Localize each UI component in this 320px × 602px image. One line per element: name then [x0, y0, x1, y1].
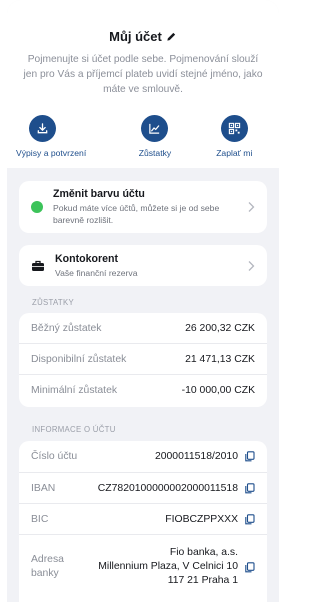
bank-address-label: banky: [31, 568, 59, 579]
account-info-section-label: INFORMACE O ÚČTU: [32, 425, 116, 434]
balance-label: Běžný zůstatek: [31, 322, 102, 334]
overdraft-description: Vaše finanční rezerva: [55, 267, 138, 278]
account-subtitle: Pojmenujte si účet podle sebe. Pojmenová…: [23, 54, 263, 95]
balance-label: Disponibilní zůstatek: [31, 353, 127, 365]
download-icon: [29, 115, 56, 142]
iban-value: CZ7820100000002000011518: [97, 482, 238, 494]
balance-value: 26 200,32 CZK: [185, 322, 255, 334]
statements-label: Výpisy a potvrzení: [16, 148, 87, 158]
color-dot: [31, 201, 43, 213]
account-number-row: Číslo účtu 2000011518/2010: [19, 441, 267, 473]
copy-icon[interactable]: [245, 451, 255, 462]
statements-button[interactable]: Výpisy a potvrzení: [16, 115, 110, 158]
account-detail-panel: Můj účet Pojmenujte si účet podle sebe. …: [7, 0, 279, 602]
balance-row: Běžný zůstatek 26 200,32 CZK: [19, 313, 267, 344]
bic-value: FIOBCZPPXXX: [165, 513, 238, 525]
chevron-right-icon: [248, 202, 255, 212]
account-info-card: Číslo účtu 2000011518/2010 IBAN CZ782010…: [19, 441, 267, 602]
balances-label: Zůstatky: [138, 148, 172, 158]
bic-row: BIC FIOBCZPPXXX: [19, 504, 267, 535]
bank-address-line: 117 21 Praha 1: [167, 575, 238, 586]
balance-row: Disponibilní zůstatek 21 471,13 CZK: [19, 344, 267, 375]
pencil-icon[interactable]: [166, 31, 177, 42]
copy-icon[interactable]: [245, 482, 255, 494]
copy-icon[interactable]: [245, 513, 255, 525]
bank-address-line: Fio banka, a.s.: [169, 547, 238, 558]
change-color-title: Změnit barvu účtu: [53, 188, 145, 200]
account-title: Můj účet: [109, 28, 162, 44]
title-row[interactable]: Můj účet: [17, 28, 269, 44]
bank-address-line: Millennium Plaza, V Celnici 10: [98, 561, 238, 572]
balance-label: Minimální zůstatek: [31, 385, 118, 396]
account-header: Můj účet Pojmenujte si účet podle sebe. …: [7, 0, 279, 168]
bank-address-label: Adresa: [31, 554, 64, 565]
balance-value: -10 000,00 CZK: [181, 385, 255, 396]
overdraft-title: Kontokorent: [55, 252, 118, 265]
balances-section-label: ZŮSTATKY: [32, 298, 74, 307]
chart-icon: [141, 115, 169, 142]
balance-value: 21 471,13 CZK: [185, 353, 255, 365]
action-bar: Výpisy a potvrzení Zůstatky Zaplať mi: [16, 115, 269, 158]
bic-label: BIC: [31, 513, 49, 525]
qr-code-icon: [220, 115, 248, 142]
balances-button[interactable]: Zůstatky: [110, 115, 199, 158]
iban-label: IBAN: [31, 482, 56, 494]
change-color-card[interactable]: Změnit barvu účtu Pokud máte více účtů, …: [19, 181, 267, 233]
change-color-description: Pokud máte více účtů, můžete si je od se…: [53, 203, 220, 225]
chevron-right-icon: [248, 260, 255, 271]
copy-icon[interactable]: [245, 561, 255, 573]
iban-row: IBAN CZ7820100000002000011518: [19, 473, 267, 504]
balances-card: Běžný zůstatek 26 200,32 CZK Disponibiln…: [19, 313, 267, 407]
briefcase-icon: [32, 260, 44, 271]
pay-me-button[interactable]: Zaplať mi: [200, 115, 269, 158]
account-number-label: Číslo účtu: [31, 451, 78, 462]
balance-row: Minimální zůstatek -10 000,00 CZK: [19, 375, 267, 406]
pay-me-label: Zaplať mi: [216, 148, 253, 158]
account-number-value: 2000011518/2010: [154, 451, 238, 462]
overdraft-card[interactable]: Kontokorent Vaše finanční rezerva: [19, 245, 267, 286]
bank-address-row: Adresa banky Fio banka, a.s. Millennium …: [19, 535, 267, 599]
